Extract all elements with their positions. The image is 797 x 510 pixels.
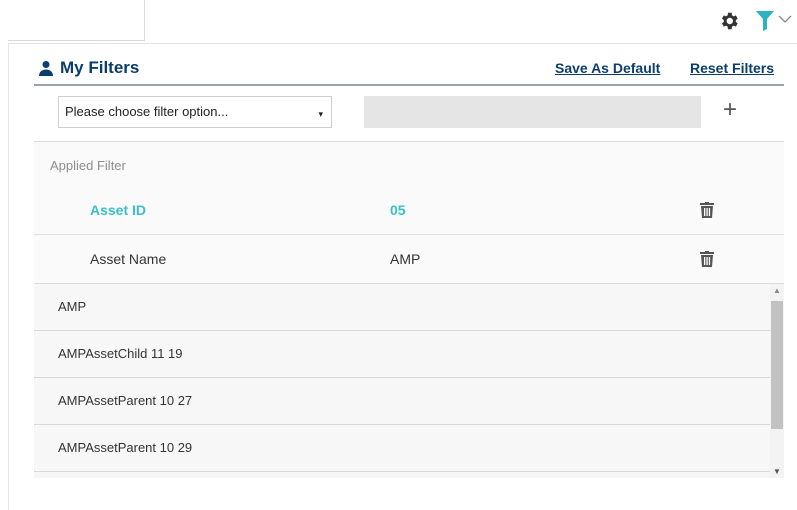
filter-input-row: Please choose filter option... ▾ +: [34, 86, 784, 142]
applied-filter-value: AMP: [390, 251, 421, 267]
list-item[interactable]: AMPAssetParent 10 27: [34, 378, 784, 425]
applied-filter-row[interactable]: Asset Name AMP: [34, 235, 784, 284]
filter-funnel-icon[interactable]: [756, 11, 774, 31]
panel-header: My Filters Save As Default Reset Filters: [34, 56, 784, 86]
top-bar: [0, 0, 797, 44]
trash-icon[interactable]: [700, 251, 714, 267]
scrollbar-thumb[interactable]: [771, 301, 783, 429]
filter-option-select-value: Please choose filter option...: [65, 104, 229, 119]
applied-filter-value: 05: [390, 202, 406, 218]
dropdown-caret-icon: ▾: [318, 109, 323, 119]
applied-filters: Applied Filter Asset ID 05 Asset Name AM…: [34, 142, 784, 284]
list-item[interactable]: [34, 472, 784, 478]
scroll-up-icon[interactable]: ▲: [773, 286, 781, 295]
panel-title: My Filters: [38, 58, 139, 78]
applied-filter-name: Asset Name: [90, 251, 167, 267]
panel-title-text: My Filters: [60, 58, 140, 77]
chevron-down-icon[interactable]: [778, 14, 792, 24]
filter-value-field[interactable]: [364, 96, 701, 128]
user-icon: [39, 61, 53, 76]
applied-filter-row[interactable]: Asset ID 05: [34, 186, 784, 235]
save-as-default-link[interactable]: Save As Default: [555, 60, 660, 76]
list-item[interactable]: AMPAssetChild 11 19: [34, 331, 784, 378]
filters-panel: My Filters Save As Default Reset Filters…: [34, 56, 784, 478]
list-item[interactable]: AMP: [34, 284, 784, 331]
scroll-down-icon[interactable]: ▼: [773, 467, 781, 476]
list-scrollbar[interactable]: ▲ ▼: [770, 284, 784, 478]
applied-filter-label: Applied Filter: [50, 158, 126, 173]
gear-icon[interactable]: [718, 10, 740, 32]
trash-icon[interactable]: [700, 202, 714, 218]
reset-filters-link[interactable]: Reset Filters: [690, 60, 774, 76]
asset-list: AMP AMPAssetChild 11 19 AMPAssetParent 1…: [34, 284, 784, 478]
left-divider: [8, 44, 9, 510]
filter-option-select[interactable]: Please choose filter option... ▾: [58, 96, 332, 128]
applied-filter-name: Asset ID: [90, 202, 147, 218]
add-filter-button[interactable]: +: [720, 95, 740, 125]
search-box[interactable]: [8, 0, 145, 41]
list-item[interactable]: AMPAssetParent 10 29: [34, 425, 784, 472]
top-divider: [8, 43, 797, 44]
